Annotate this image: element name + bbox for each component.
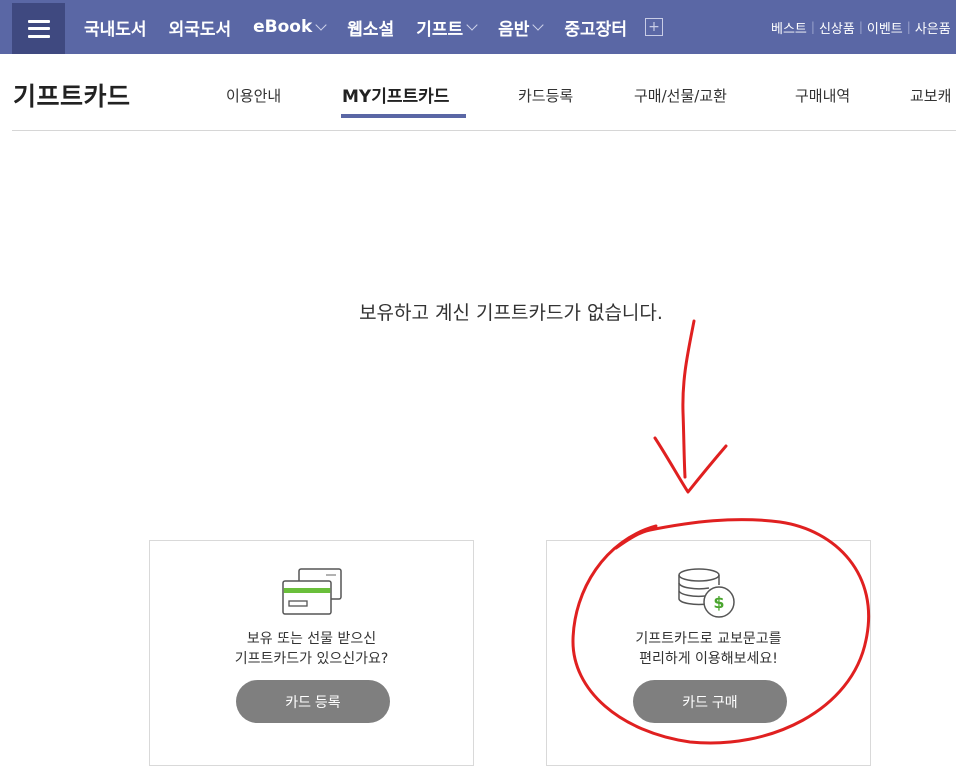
nav-item-label: 기프트 [416, 19, 464, 40]
nav-item-label: 웹소설 [347, 19, 395, 40]
chevron-down-icon [466, 19, 478, 31]
description-line: 보유 또는 선물 받으신 [246, 631, 377, 647]
sub-nav-event[interactable]: 이벤트 [867, 18, 903, 37]
description-line: 기프트카드로 교보문고를 [635, 631, 782, 647]
active-tab-indicator [341, 114, 466, 118]
sub-nav-new[interactable]: 신상품 [819, 18, 855, 37]
nav-item-label: 외국도서 [168, 19, 232, 40]
register-card-description: 보유 또는 선물 받으신 기프트카드가 있으신가요? [150, 629, 473, 669]
card-purchase-button[interactable]: 카드 구매 [633, 680, 787, 723]
sub-nav-best[interactable]: 베스트 [771, 18, 807, 37]
sub-nav-gifts[interactable]: 사은품 [915, 18, 951, 37]
credit-card-icon [281, 568, 342, 615]
nav-item-label: 음반 [498, 19, 530, 40]
sub-nav: 베스트 | 신상품 | 이벤트 | 사은품 [771, 0, 951, 54]
top-navigation-bar: 국내도서 외국도서 eBook 웹소설 기프트 음반 중고장터 + 베스트 | … [0, 0, 956, 54]
nav-item-web-novel[interactable]: 웹소설 [347, 15, 394, 40]
nav-item-used-market[interactable]: 중고장터 [564, 15, 627, 40]
main-category-nav: 국내도서 외국도서 eBook 웹소설 기프트 음반 중고장터 + [84, 0, 663, 54]
nav-item-foreign-books[interactable]: 외국도서 [169, 15, 232, 40]
header-divider [12, 130, 956, 131]
tab-kyobo-cash[interactable]: 교보캐 [910, 85, 951, 106]
description-line: 기프트카드가 있으신가요? [234, 651, 389, 667]
card-register-button[interactable]: 카드 등록 [236, 680, 390, 723]
tab-guide[interactable]: 이용안내 [226, 85, 281, 106]
tab-my-gift-card[interactable]: MY기프트카드 [342, 82, 449, 107]
nav-item-label: eBook [253, 17, 313, 37]
nav-item-domestic-books[interactable]: 국내도서 [84, 15, 147, 40]
nav-item-gift[interactable]: 기프트 [416, 15, 478, 40]
tab-card-register[interactable]: 카드등록 [518, 85, 573, 106]
svg-text:$: $ [713, 593, 724, 612]
purchase-card-description: 기프트카드로 교보문고를 편리하게 이용해보세요! [547, 629, 870, 669]
nav-item-label: 국내도서 [84, 19, 147, 40]
plus-box-icon[interactable]: + [644, 18, 663, 36]
empty-state-message: 보유하고 계신 기프트카드가 없습니다. [359, 302, 663, 324]
divider: | [858, 20, 863, 34]
chevron-down-icon [315, 19, 327, 31]
coin-stack-dollar-icon: $ [677, 568, 735, 618]
chevron-down-icon [532, 19, 545, 31]
divider: | [810, 20, 815, 34]
nav-item-music[interactable]: 음반 [498, 15, 545, 40]
divider: | [906, 20, 911, 34]
red-arrow-annotation [653, 319, 728, 494]
purchase-card-panel: $ 기프트카드로 교보문고를 편리하게 이용해보세요! 카드 구매 [546, 540, 871, 766]
description-line: 편리하게 이용해보세요! [639, 651, 778, 667]
tab-purchase-history[interactable]: 구매내역 [795, 85, 850, 106]
nav-item-ebook[interactable]: eBook [253, 17, 327, 37]
menu-button[interactable] [12, 3, 65, 54]
tab-purchase-gift-exchange[interactable]: 구매/선물/교환 [634, 85, 727, 106]
hamburger-icon [27, 19, 50, 38]
register-card-panel: 보유 또는 선물 받으신 기프트카드가 있으신가요? 카드 등록 [149, 540, 474, 766]
page-title: 기프트카드 [13, 82, 131, 111]
nav-item-label: 중고장터 [564, 19, 627, 40]
